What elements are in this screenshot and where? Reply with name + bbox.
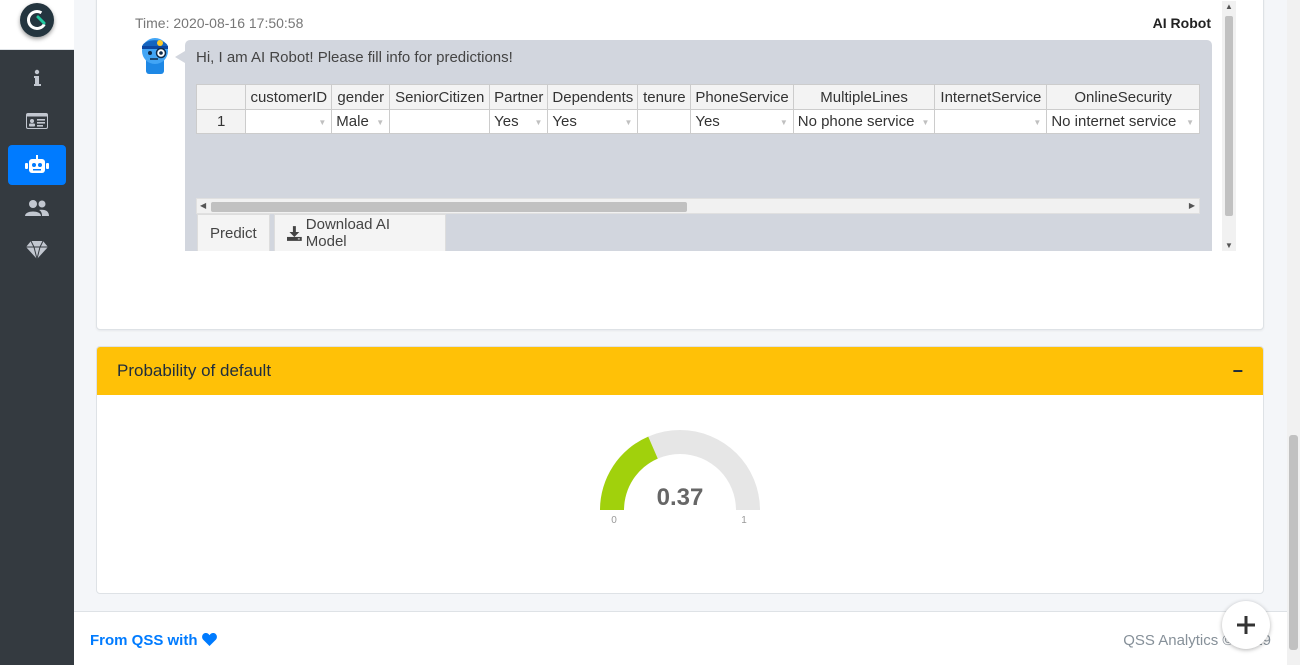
scrollbar-thumb[interactable] xyxy=(1289,435,1298,650)
dropdown-arrow-icon[interactable]: ▼ xyxy=(1033,118,1041,127)
column-header[interactable]: InternetService xyxy=(934,84,1048,110)
dropdown-arrow-icon[interactable]: ▼ xyxy=(921,118,929,127)
users-icon xyxy=(25,200,49,216)
brand-area xyxy=(0,0,74,50)
page-scrollbar[interactable] xyxy=(1287,0,1300,665)
gem-icon xyxy=(26,241,48,259)
sidebar xyxy=(0,0,74,665)
chat-vertical-scrollbar[interactable]: ▲ ▼ xyxy=(1222,1,1236,251)
table-header-row: customerID gender SeniorCitizen Partner … xyxy=(196,84,1200,110)
info-icon xyxy=(34,69,41,86)
sidebar-item-users[interactable] xyxy=(8,188,66,228)
sidebar-item-profile[interactable] xyxy=(8,101,66,141)
card-title: Probability of default xyxy=(117,361,272,380)
column-header[interactable]: Dependents xyxy=(547,84,639,110)
row-number: 1 xyxy=(196,109,247,134)
scroll-right-icon[interactable]: ▶ xyxy=(1189,201,1195,210)
probability-card: Probability of default − 0.37 0 1 xyxy=(96,346,1264,594)
download-model-button[interactable]: Download AI Model xyxy=(274,214,446,251)
add-button[interactable] xyxy=(1222,601,1270,649)
dropdown-arrow-icon[interactable]: ▼ xyxy=(624,118,632,127)
main-content: Time: 2020-08-16 17:50:58 AI Robot Hi, I… xyxy=(74,0,1287,665)
download-icon xyxy=(287,225,302,241)
column-header[interactable]: OnlineSecurity xyxy=(1046,84,1200,110)
column-header[interactable]: Partner xyxy=(489,84,549,110)
heart-icon xyxy=(201,633,217,646)
footer-credit: From QSS with xyxy=(90,632,217,649)
sidebar-item-ai-robot[interactable] xyxy=(8,145,66,185)
dropdown-arrow-icon[interactable]: ▼ xyxy=(780,118,788,127)
scrollbar-thumb[interactable] xyxy=(211,202,687,212)
multiplelines-cell[interactable]: No phone service ▼ xyxy=(792,109,936,134)
seniorcitizen-cell[interactable] xyxy=(389,109,491,134)
probability-gauge: 0.37 0 1 xyxy=(600,430,760,526)
column-header[interactable]: SeniorCitizen xyxy=(389,84,491,110)
sidebar-item-premium[interactable] xyxy=(8,230,66,270)
gender-cell[interactable]: Male ▼ xyxy=(331,109,391,134)
id-card-icon xyxy=(26,113,48,129)
dropdown-arrow-icon[interactable]: ▼ xyxy=(318,118,326,127)
sidebar-item-info[interactable] xyxy=(8,58,66,98)
card-header: Probability of default − xyxy=(97,347,1263,395)
gauge-min-label: 0 xyxy=(611,515,617,526)
collapse-button[interactable]: − xyxy=(1232,361,1243,382)
internetservice-cell[interactable]: ▼ xyxy=(934,109,1048,134)
input-table: customerID gender SeniorCitizen Partner … xyxy=(196,84,1200,134)
message-sender: AI Robot xyxy=(1152,15,1211,31)
column-header[interactable]: tenure xyxy=(637,84,692,110)
qss-logo-icon[interactable] xyxy=(20,3,54,37)
scroll-up-icon[interactable]: ▲ xyxy=(1225,2,1233,11)
predict-button[interactable]: Predict xyxy=(197,214,270,251)
bubble-arrow xyxy=(175,51,185,63)
dropdown-arrow-icon[interactable]: ▼ xyxy=(1186,118,1194,127)
dropdown-arrow-icon[interactable]: ▼ xyxy=(376,118,384,127)
table-row: 1 ▼ Male ▼ Yes ▼ Yes ▼ Yes ▼ No phone servic… xyxy=(196,109,1200,134)
footer: From QSS with QSS Analytics © 2019 xyxy=(74,611,1287,665)
scrollbar-thumb[interactable] xyxy=(1225,16,1233,216)
chat-bubble: Hi, I am AI Robot! Please fill info for … xyxy=(185,40,1212,251)
prediction-input-sheet: customerID gender SeniorCitizen Partner … xyxy=(196,84,1200,144)
corner-header xyxy=(196,84,247,110)
table-horizontal-scrollbar[interactable]: ◀ ▶ xyxy=(196,198,1200,214)
robot-avatar-icon xyxy=(137,36,173,74)
customerid-cell[interactable]: ▼ xyxy=(245,109,333,134)
tenure-cell[interactable] xyxy=(637,109,692,134)
gauge-fill xyxy=(600,436,658,510)
dropdown-arrow-icon[interactable]: ▼ xyxy=(534,118,542,127)
gauge-value: 0.37 xyxy=(657,484,704,511)
chat-card: Time: 2020-08-16 17:50:58 AI Robot Hi, I… xyxy=(96,0,1264,330)
scroll-down-icon[interactable]: ▼ xyxy=(1225,241,1233,250)
phoneservice-cell[interactable]: Yes ▼ xyxy=(690,109,794,134)
column-header[interactable]: gender xyxy=(331,84,391,110)
column-header[interactable]: customerID xyxy=(245,84,333,110)
dependents-cell[interactable]: Yes ▼ xyxy=(547,109,639,134)
column-header[interactable]: MultipleLines xyxy=(792,84,936,110)
message-timestamp: Time: 2020-08-16 17:50:58 xyxy=(135,15,304,31)
partner-cell[interactable]: Yes ▼ xyxy=(489,109,549,134)
plus-icon xyxy=(1237,616,1255,634)
message-text: Hi, I am AI Robot! Please fill info for … xyxy=(196,49,513,66)
robot-icon xyxy=(25,155,49,173)
scroll-left-icon[interactable]: ◀ xyxy=(200,201,206,210)
column-header[interactable]: PhoneService xyxy=(690,84,794,110)
gauge-max-label: 1 xyxy=(741,515,747,526)
onlinesecurity-cell[interactable]: No internet service ▼ xyxy=(1046,109,1200,134)
